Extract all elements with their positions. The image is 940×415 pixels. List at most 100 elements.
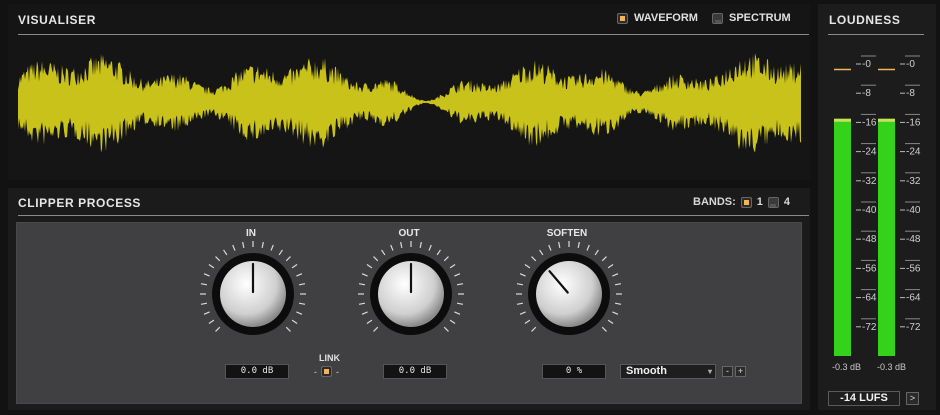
in-value-field[interactable]: 0.0 dB [225,364,289,379]
band-1-label: 1 [756,196,763,208]
knob-tick [516,283,524,286]
scale-label: -72 [906,322,921,333]
knob-tick [285,256,291,262]
knob-tick [454,273,461,277]
scale-label: -0 [862,59,871,70]
knob-tick [531,256,537,262]
out-knob[interactable] [356,239,466,349]
knob-tick [298,302,306,305]
knob-tick [614,283,622,286]
knob-tick [208,264,215,269]
link-control: - - [314,366,339,377]
knob-tick [200,283,208,286]
waveform-label: WAVEFORM [634,12,698,24]
knob-tick [291,319,298,324]
knob-tick [381,249,386,256]
band-4-checkbox-icon[interactable] [767,196,779,208]
knob-tick [586,244,590,251]
knob-tick [443,256,449,262]
knob-tick [531,326,537,332]
scale-label: -64 [906,293,921,304]
knob-tick [296,311,303,315]
knob-tick [612,311,619,315]
loudness-meters: -0 -8 -16 -24 -32 -40 -48 -56 -64 -72 -0 -8 -16 -24 -3… [834,55,921,356]
scale-label: -24 [862,147,877,158]
knob-tick [607,319,614,324]
scale-label: -72 [862,322,877,333]
waveform-checkbox-icon[interactable] [617,12,628,24]
knob-tick [419,241,422,249]
knob-tick [516,302,524,305]
scale-label: -8 [906,88,915,99]
knob-tick [601,256,607,262]
knob-tick [215,256,221,262]
knob-tick [436,249,441,256]
knob-tick [558,241,561,249]
scale-label: -16 [906,117,921,128]
scale-label: -16 [862,117,877,128]
knob-tick [261,241,264,249]
knob-tick [278,249,283,256]
meter-bar [878,118,895,356]
mode-decrement-button[interactable]: - [722,366,733,377]
spectrum-option[interactable]: SPECTRUM [712,12,791,24]
knob-tick [203,273,210,277]
knob-tick [223,249,228,256]
band-1-checkbox-icon[interactable] [740,196,752,208]
scale-label: -56 [906,263,921,274]
meter-bar [834,118,851,356]
knob-tick [373,256,379,262]
knob-tick [366,319,373,324]
scale-label: -24 [906,147,921,158]
lufs-target-selector[interactable]: -14 LUFS [828,391,900,406]
knob-tick [203,311,210,315]
knob-tick [594,249,599,256]
scale-label: -32 [906,176,921,187]
waveform-option[interactable]: WAVEFORM [617,12,698,24]
link-toggle-icon[interactable] [321,366,332,377]
knob-tick [373,326,379,332]
knob-tick [361,311,368,315]
scale-label: -8 [862,88,871,99]
visualiser-divider [18,34,809,35]
soften-knob-label: SOFTEN [546,228,588,239]
knob-tick [454,311,461,315]
waveform-display [18,53,801,153]
bands-selector: BANDS: 1 4 [693,196,790,208]
mode-increment-button[interactable]: + [735,366,746,377]
knob-tick [361,273,368,277]
clipper-divider [18,215,809,216]
knob-tick [524,264,531,269]
out-value-field[interactable]: 0.0 dB [383,364,447,379]
knob-tick [456,302,464,305]
spectrum-checkbox-icon[interactable] [712,12,723,24]
knob-tick [524,319,531,324]
knob-tick [291,264,298,269]
lufs-next-button[interactable]: > [906,392,919,405]
knob-cap [536,261,602,327]
in-knob[interactable] [198,239,308,349]
meter-bar-top [878,118,895,122]
knob-tick [577,241,580,249]
visualiser-panel: VISUALISER WAVEFORM SPECTRUM [8,4,810,180]
spectrum-label: SPECTRUM [729,12,791,24]
soften-knob[interactable] [514,239,624,349]
knob-tick [548,244,552,251]
scale-label: -0 [906,59,915,70]
knob-tick [242,241,245,249]
visualiser-title: VISUALISER [18,13,97,27]
knob-tick [607,264,614,269]
knob-tick [443,326,449,332]
bands-label: BANDS: [693,196,736,208]
soften-value-field[interactable]: 0 % [542,364,606,379]
out-knob-label: OUT [398,228,420,239]
band-4-label: 4 [783,196,791,208]
knob-tick [539,249,544,256]
in-knob-label: IN [246,228,256,239]
knob-tick [366,264,373,269]
scale-label: -48 [862,234,877,245]
mode-select[interactable]: Smooth ▾ [620,364,716,379]
clipper-controls: IN 0.0 dB OUT 0.0 dB SOFTEN 0 % LINK - -… [16,222,802,404]
knob-tick [449,319,456,324]
knob-tick [358,302,366,305]
